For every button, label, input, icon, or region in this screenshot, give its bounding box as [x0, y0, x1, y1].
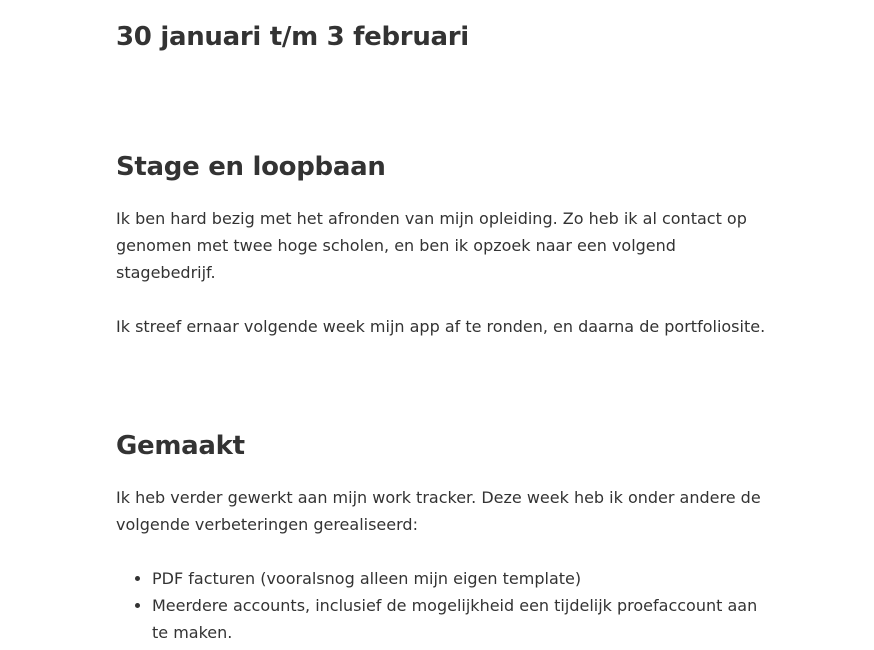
page-title: 30 januari t/m 3 februari	[116, 22, 469, 52]
list-item: PDF facturen (vooralsnog alleen mijn eig…	[152, 565, 776, 592]
section-heading-gemaakt: Gemaakt	[116, 431, 245, 461]
section-paragraph: Ik streef ernaar volgende week mijn app …	[116, 317, 766, 336]
list-item: Meerdere accounts, inclusief de mogelijk…	[152, 592, 776, 646]
section-heading-stage: Stage en loopbaan	[116, 152, 386, 182]
page: 30 januari t/m 3 februari Stage en loopb…	[0, 0, 874, 650]
improvements-list: PDF facturen (vooralsnog alleen mijn eig…	[116, 565, 776, 646]
section-paragraph: Ik heb verder gewerkt aan mijn work trac…	[116, 488, 761, 534]
section-paragraph: Ik ben hard bezig met het afronden van m…	[116, 209, 747, 282]
